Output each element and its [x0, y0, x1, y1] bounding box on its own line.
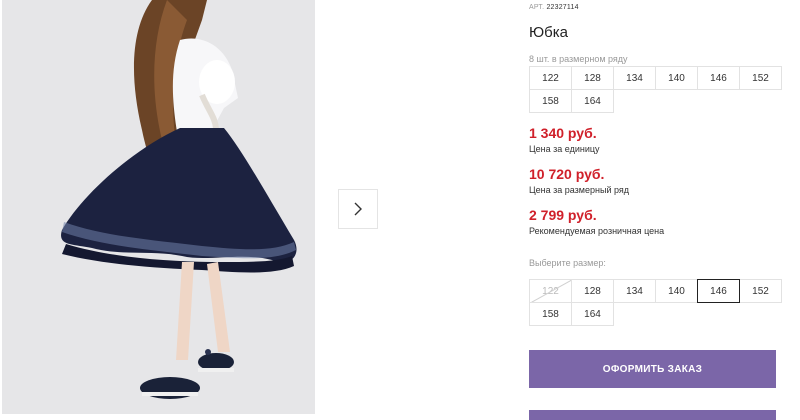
gallery-next-button[interactable]	[339, 190, 377, 228]
pack-size-cell: 152	[739, 66, 782, 90]
unit-price: 1 340 руб.	[529, 125, 597, 141]
retail-price: 2 799 руб.	[529, 207, 597, 223]
article-code: АРТ. 22327114	[529, 4, 579, 11]
series-price-caption: Цена за размерный ряд	[529, 185, 630, 195]
pack-size-cell: 128	[571, 66, 614, 90]
size-option[interactable]: 158	[529, 302, 572, 326]
size-option: 122	[529, 279, 572, 303]
size-selector: 122 128 134 140 146 152 158 164	[529, 279, 782, 326]
size-option[interactable]: 128	[571, 279, 614, 303]
unit-price-caption: Цена за единицу	[529, 144, 600, 154]
pack-size-cell: 164	[571, 89, 614, 113]
retail-price-caption: Рекомендуемая розничная цена	[529, 226, 665, 236]
size-option[interactable]: 152	[739, 279, 782, 303]
secondary-button-partial[interactable]	[529, 410, 776, 420]
pack-size-cell: 122	[529, 66, 572, 90]
pack-size-cell: 134	[613, 66, 656, 90]
chevron-right-icon	[354, 202, 362, 216]
article-label: АРТ.	[529, 4, 545, 11]
article-number: 22327114	[546, 4, 579, 11]
product-photo	[2, 0, 315, 414]
size-option-selected[interactable]: 146	[697, 279, 740, 303]
size-option[interactable]: 134	[613, 279, 656, 303]
pack-size-cell: 140	[655, 66, 698, 90]
product-gallery	[0, 0, 503, 414]
series-price: 10 720 руб.	[529, 166, 605, 182]
pack-size-grid: 122 128 134 140 146 152 158 164	[529, 66, 782, 113]
size-option[interactable]: 164	[571, 302, 614, 326]
product-details: АРТ. 22327114 Юбка 8 шт. в размерном ряд…	[503, 0, 800, 420]
pack-size-cell: 146	[697, 66, 740, 90]
product-title: Юбка	[529, 24, 568, 41]
size-option[interactable]: 140	[655, 279, 698, 303]
place-order-button[interactable]: ОФОРМИТЬ ЗАКАЗ	[529, 350, 776, 388]
pack-size-cell: 158	[529, 89, 572, 113]
product-photo-illustration	[61, 0, 297, 399]
size-select-label: Выберите размер:	[529, 258, 606, 268]
pack-caption: 8 шт. в размерном ряду	[529, 54, 628, 64]
